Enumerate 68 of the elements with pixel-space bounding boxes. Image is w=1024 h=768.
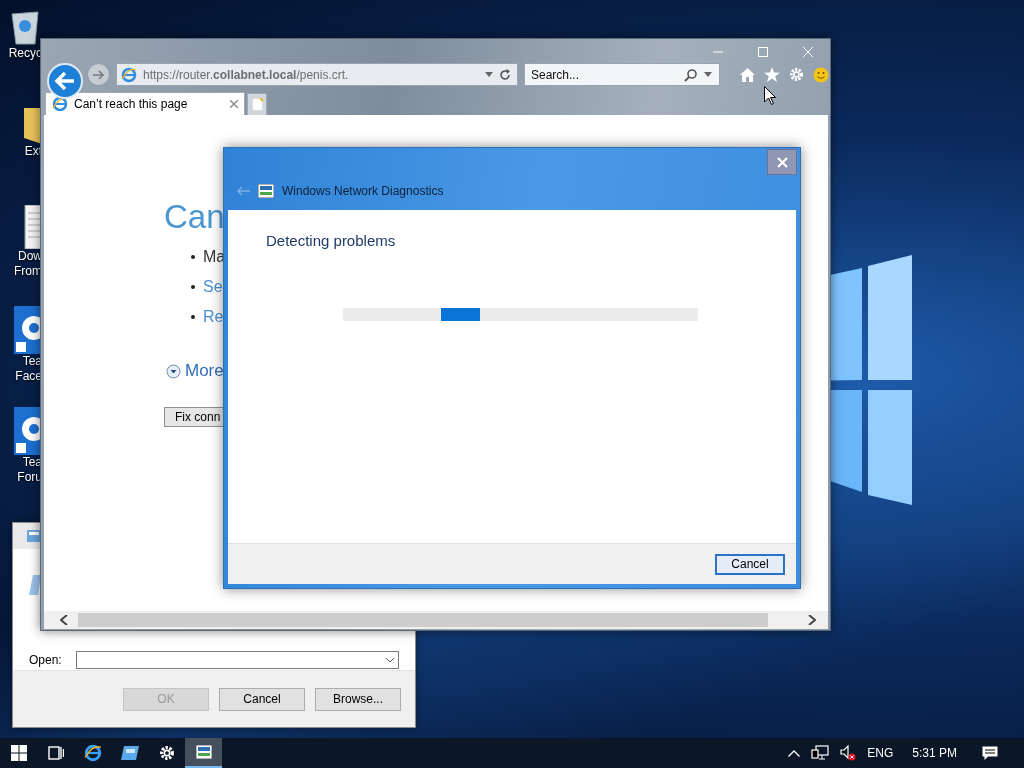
forward-arrow-icon [92,69,105,80]
close-tab-icon[interactable] [230,100,238,108]
page-heading: Can [164,199,225,235]
windows-logo-icon [10,745,27,761]
open-field[interactable] [75,651,399,669]
horizontal-scrollbar[interactable] [44,611,828,629]
gear-shortcut-icon[interactable] [14,306,42,354]
cursor-icon [764,86,776,105]
close-button[interactable] [767,149,797,175]
notifications-icon[interactable] [982,745,998,761]
icon-label: Tea [21,455,42,470]
gear-icon [158,745,175,761]
open-label: Open: [29,653,62,667]
dropdown-caret-icon[interactable] [704,72,712,77]
smiley-icon[interactable] [813,66,829,83]
ie-logo-icon [52,96,68,112]
scroll-left-icon[interactable] [60,615,68,625]
back-button[interactable] [47,62,83,99]
search-icon[interactable] [684,68,698,82]
bullet-icon [191,284,195,289]
icon-label: From [13,264,42,279]
icon-label: Recyc [7,46,42,61]
bullet-icon [191,314,195,319]
language-indicator[interactable]: ENG [867,746,894,760]
task-view-icon [47,746,64,760]
icon-label: Foru [16,470,42,485]
chevron-up-icon[interactable] [788,749,801,757]
refresh-icon[interactable] [499,68,511,81]
close-icon [776,156,788,168]
run-icon [27,530,41,542]
star-icon[interactable] [764,67,780,82]
ie-logo-icon [121,66,137,83]
network-icon[interactable] [811,745,830,761]
cancel-button[interactable]: Cancel [715,553,785,575]
bullet-icon [191,254,195,259]
settings-icon[interactable] [789,67,804,82]
search-field[interactable]: Search... [524,63,720,86]
suggestion-link[interactable]: Re [203,308,224,325]
more-link[interactable]: More [185,361,224,381]
address-bar[interactable]: https://router.collabnet.local/penis.crt. [116,63,518,86]
gear-shortcut-icon[interactable] [14,407,42,455]
status-heading: Detecting problems [266,232,396,249]
icon-label: Dow [17,249,42,264]
dialog-title: Windows Network Diagnostics [282,184,444,198]
maximize-icon [757,47,768,57]
dropdown-caret-icon [386,657,394,663]
tab-title: Can’t reach this page [74,97,189,111]
taskbar-app[interactable] [185,738,222,768]
browser-tab[interactable]: Can’t reach this page [45,92,245,115]
icon-label: Tea [21,354,42,369]
close-icon [802,47,813,57]
expand-icon[interactable] [166,363,181,379]
dialog-button[interactable]: Cancel [219,687,305,711]
scroll-right-icon[interactable] [808,615,816,625]
url-text: https://router.collabnet.local/penis.crt. [143,67,350,82]
ie-logo-icon [83,744,102,762]
new-tab-icon [251,98,263,111]
network-diagnostics-icon [195,745,212,759]
recycle-bin-icon[interactable] [8,8,42,46]
network-diagnostics-icon [258,184,274,198]
back-arrow-icon [54,70,76,91]
volume-muted-icon[interactable] [840,745,857,761]
clock[interactable]: 5:31 PM [912,746,957,760]
scrollbar-thumb[interactable] [78,613,768,627]
dropdown-caret-icon[interactable] [485,72,493,77]
suggestion-link[interactable]: Se [203,278,223,295]
dialog-button[interactable]: Browse... [315,687,401,711]
window-app-icon [120,746,139,760]
